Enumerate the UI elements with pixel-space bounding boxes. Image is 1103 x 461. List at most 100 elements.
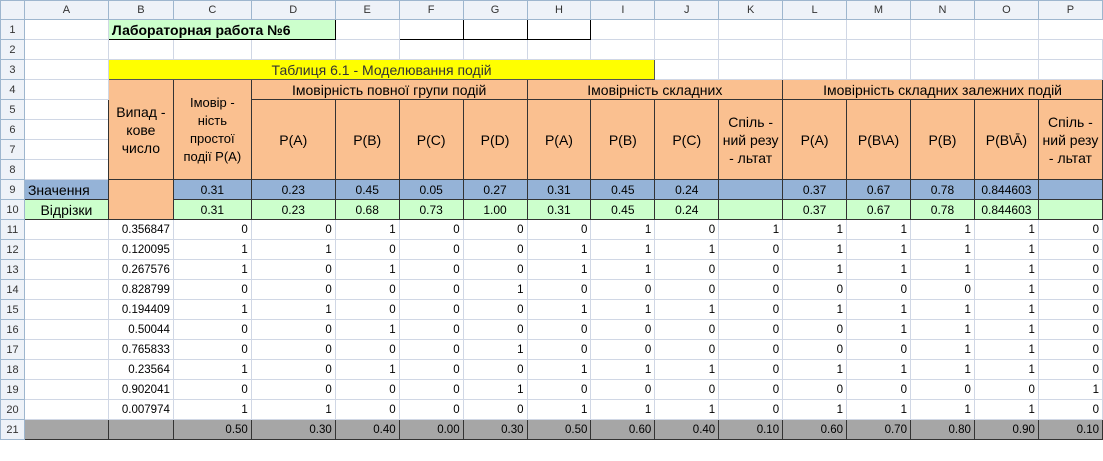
value-cell[interactable]: 0.05 [398, 179, 464, 200]
indicator-cell[interactable]: 1 [782, 259, 848, 280]
indicator-cell[interactable]: 0 [172, 279, 252, 300]
column-header-m[interactable]: M [846, 0, 911, 20]
column-header-l[interactable]: L [782, 0, 848, 20]
header-complex-group[interactable]: Імовірність складних [526, 79, 784, 100]
indicator-cell[interactable]: 1 [782, 359, 848, 380]
row-header[interactable]: 12 [0, 239, 25, 260]
indicator-cell[interactable]: 1 [462, 339, 528, 360]
segment-cell[interactable]: 0.67 [846, 199, 911, 220]
indicator-cell[interactable]: 0 [526, 379, 592, 400]
value-cell[interactable]: 0.27 [462, 179, 528, 200]
indicator-cell[interactable]: 0 [334, 399, 400, 420]
indicator-cell[interactable]: 1 [654, 399, 720, 420]
column-header-b[interactable]: B [107, 0, 174, 20]
indicator-cell[interactable]: 0 [1037, 299, 1103, 320]
header-full-pb[interactable]: P(B) [334, 99, 400, 180]
random-number-cell[interactable]: 0.23564 [107, 359, 174, 380]
indicator-cell[interactable]: 0 [250, 259, 336, 280]
cell[interactable] [909, 59, 975, 80]
value-cell[interactable]: 0.31 [526, 179, 592, 200]
indicator-cell[interactable]: 1 [973, 319, 1039, 340]
segment-cell[interactable]: 0.844603 [973, 199, 1039, 220]
indicator-cell[interactable]: 1 [526, 399, 592, 420]
segment-cell[interactable]: 0.24 [654, 199, 720, 220]
indicator-cell[interactable]: 1 [172, 399, 252, 420]
indicator-cell[interactable]: 1 [462, 379, 528, 400]
value-cell[interactable]: 0.78 [909, 179, 975, 200]
indicator-cell[interactable]: 1 [846, 359, 911, 380]
segment-cell[interactable] [1037, 199, 1103, 220]
indicator-cell[interactable]: 0 [846, 339, 911, 360]
value-cell[interactable]: 0.31 [172, 179, 252, 200]
cell[interactable] [23, 259, 109, 280]
indicator-cell[interactable]: 1 [526, 359, 592, 380]
indicator-cell[interactable]: 0 [590, 379, 656, 400]
indicator-cell[interactable]: 0 [398, 279, 464, 300]
indicator-cell[interactable]: 0 [718, 379, 784, 400]
header-full-pd[interactable]: P(D) [462, 99, 528, 180]
header-complex-pa[interactable]: P(A) [526, 99, 592, 180]
column-header-d[interactable]: D [250, 0, 336, 20]
segment-cell[interactable]: 0.45 [590, 199, 656, 220]
total-cell[interactable]: 0.50 [172, 419, 252, 440]
segment-cell[interactable]: 0.31 [526, 199, 592, 220]
indicator-cell[interactable]: 0 [526, 319, 592, 340]
indicator-cell[interactable]: 0 [462, 239, 528, 260]
row-header[interactable]: 7 [0, 139, 25, 160]
column-header-i[interactable]: I [590, 0, 656, 20]
indicator-cell[interactable]: 0 [718, 279, 784, 300]
indicator-cell[interactable]: 0 [398, 259, 464, 280]
segments-label[interactable]: Відрізки [23, 199, 109, 220]
indicator-cell[interactable]: 1 [590, 259, 656, 280]
total-cell[interactable]: 0.70 [846, 419, 911, 440]
indicator-cell[interactable]: 0 [334, 279, 400, 300]
indicator-cell[interactable]: 0 [718, 339, 784, 360]
indicator-cell[interactable]: 0 [334, 339, 400, 360]
value-cell[interactable]: 0.23 [250, 179, 336, 200]
indicator-cell[interactable]: 1 [250, 239, 336, 260]
indicator-cell[interactable]: 1 [654, 299, 720, 320]
header-random-number[interactable]: Випад - кове число [107, 79, 174, 180]
total-cell[interactable] [107, 419, 174, 440]
indicator-cell[interactable]: 1 [526, 299, 592, 320]
total-cell[interactable]: 0.60 [782, 419, 848, 440]
indicator-cell[interactable]: 0 [250, 359, 336, 380]
random-number-cell[interactable]: 0.194409 [107, 299, 174, 320]
cell[interactable] [23, 379, 109, 400]
indicator-cell[interactable]: 1 [718, 219, 784, 240]
cell[interactable] [846, 59, 911, 80]
header-complex-joint[interactable]: Спіль - ний резу - льтат [718, 99, 784, 180]
cell[interactable] [23, 139, 109, 160]
cell[interactable] [462, 19, 528, 40]
random-number-cell[interactable]: 0.902041 [107, 379, 174, 400]
cell[interactable] [23, 159, 109, 180]
indicator-cell[interactable]: 1 [973, 399, 1039, 420]
indicator-cell[interactable]: 0 [172, 319, 252, 340]
column-header-n[interactable]: N [909, 0, 975, 20]
segment-cell[interactable]: 1.00 [462, 199, 528, 220]
indicator-cell[interactable]: 0 [782, 339, 848, 360]
segment-cell[interactable]: 0.37 [782, 199, 848, 220]
cell[interactable] [23, 359, 109, 380]
indicator-cell[interactable]: 1 [526, 259, 592, 280]
segment-cell[interactable] [718, 199, 784, 220]
indicator-cell[interactable]: 1 [172, 239, 252, 260]
indicator-cell[interactable]: 1 [526, 239, 592, 260]
column-header-p[interactable]: P [1037, 0, 1103, 20]
indicator-cell[interactable]: 1 [782, 239, 848, 260]
value-cell[interactable]: 0.67 [846, 179, 911, 200]
header-dependent-group[interactable]: Імовірність складних залежних подій [782, 79, 1103, 100]
indicator-cell[interactable]: 0 [1037, 279, 1103, 300]
table-caption[interactable]: Таблиця 6.1 - Моделювання подій [107, 59, 656, 80]
cell[interactable] [462, 39, 528, 60]
cell[interactable] [23, 319, 109, 340]
row-header[interactable]: 4 [0, 79, 25, 100]
indicator-cell[interactable]: 1 [973, 339, 1039, 360]
cell[interactable] [23, 99, 109, 120]
header-complex-pc[interactable]: P(C) [654, 99, 720, 180]
cell[interactable] [782, 39, 848, 60]
total-cell[interactable]: 0.00 [398, 419, 464, 440]
indicator-cell[interactable]: 0 [398, 319, 464, 340]
values-label[interactable]: Значення [23, 179, 109, 200]
indicator-cell[interactable]: 1 [846, 219, 911, 240]
